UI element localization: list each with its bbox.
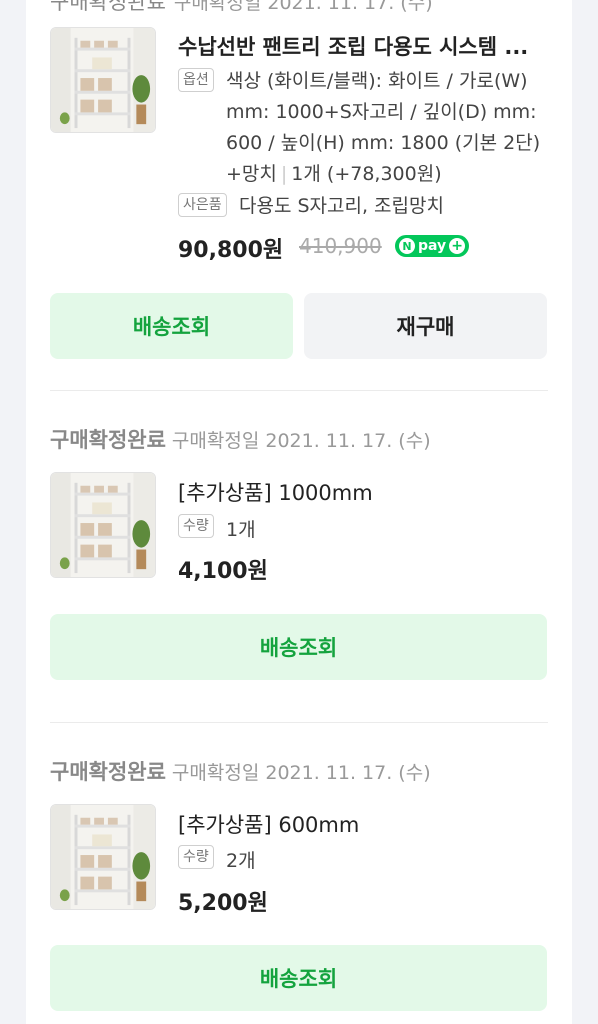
gift-text: 다용도 S자고리, 조립망치 [239,195,444,217]
track-delivery-button[interactable]: 배송조회 [50,945,547,1011]
product-thumbnail[interactable] [50,472,156,578]
product-thumbnail[interactable] [50,27,156,133]
track-delivery-button[interactable]: 배송조회 [50,293,293,359]
separator: | [280,163,288,185]
gift-tag: 사은품 [178,193,227,217]
shelf-product-image [51,805,155,909]
rebuy-button[interactable]: 재구매 [304,293,547,359]
quantity-value: 2개 [226,850,256,872]
option-tag: 옵션 [178,68,214,92]
npay-label: pay [418,238,447,254]
divider [50,722,548,723]
option-qty: 1개 (+78,300원) [291,163,442,185]
confirm-date: 구매확정일 2021. 11. 17. (수) [171,430,431,452]
option-text: 색상 (화이트/블랙): 화이트 / 가로(W) mm: 1000+S자고리 /… [226,66,546,190]
order-status-header-cut: 구매확정완료 구매확정일 2021. 11. 17. (수) [50,0,433,16]
quantity-tag: 수량 [178,514,214,538]
product-title[interactable]: [추가상품] 600mm [178,809,359,839]
product-thumbnail[interactable] [50,804,156,910]
quantity-value: 1개 [226,519,256,541]
naver-n-icon: N [399,238,415,254]
order-status-header: 구매확정완료 구매확정일 2021. 11. 17. (수) [50,756,431,786]
product-title[interactable]: 수납선반 팬트리 조립 다용도 시스템 ... [178,31,540,61]
product-title[interactable]: [추가상품] 1000mm [178,477,373,507]
product-price: 90,800원 [178,238,284,263]
divider [50,390,548,391]
shelf-product-image [51,473,155,577]
product-price: 4,100원 [178,559,268,584]
order-status-header: 구매확정완료 구매확정일 2021. 11. 17. (수) [50,424,431,454]
confirm-date: 구매확정일 2021. 11. 17. (수) [171,762,431,784]
npay-plus-badge: N pay + [395,235,470,257]
status-label: 구매확정완료 [50,0,166,14]
option-last: +망치 [226,163,277,185]
product-price: 5,200원 [178,891,268,916]
option-line: 600 / 높이(H) mm: 1800 (기본 2단) [226,132,541,154]
quantity-tag: 수량 [178,845,214,869]
plus-icon: + [449,238,466,254]
option-line: 색상 (화이트/블랙): 화이트 / 가로(W) [226,70,528,92]
track-delivery-button[interactable]: 배송조회 [50,614,547,680]
shelf-product-image [51,28,155,132]
status-label: 구매확정완료 [50,760,166,784]
original-price: 410,900 [299,234,382,258]
option-line: mm: 1000+S자고리 / 깊이(D) mm: [226,101,537,123]
status-label: 구매확정완료 [50,428,166,452]
confirm-date: 구매확정일 2021. 11. 17. (수) [173,0,433,14]
option-line-last: +망치 | 1개 (+78,300원) [226,159,546,190]
